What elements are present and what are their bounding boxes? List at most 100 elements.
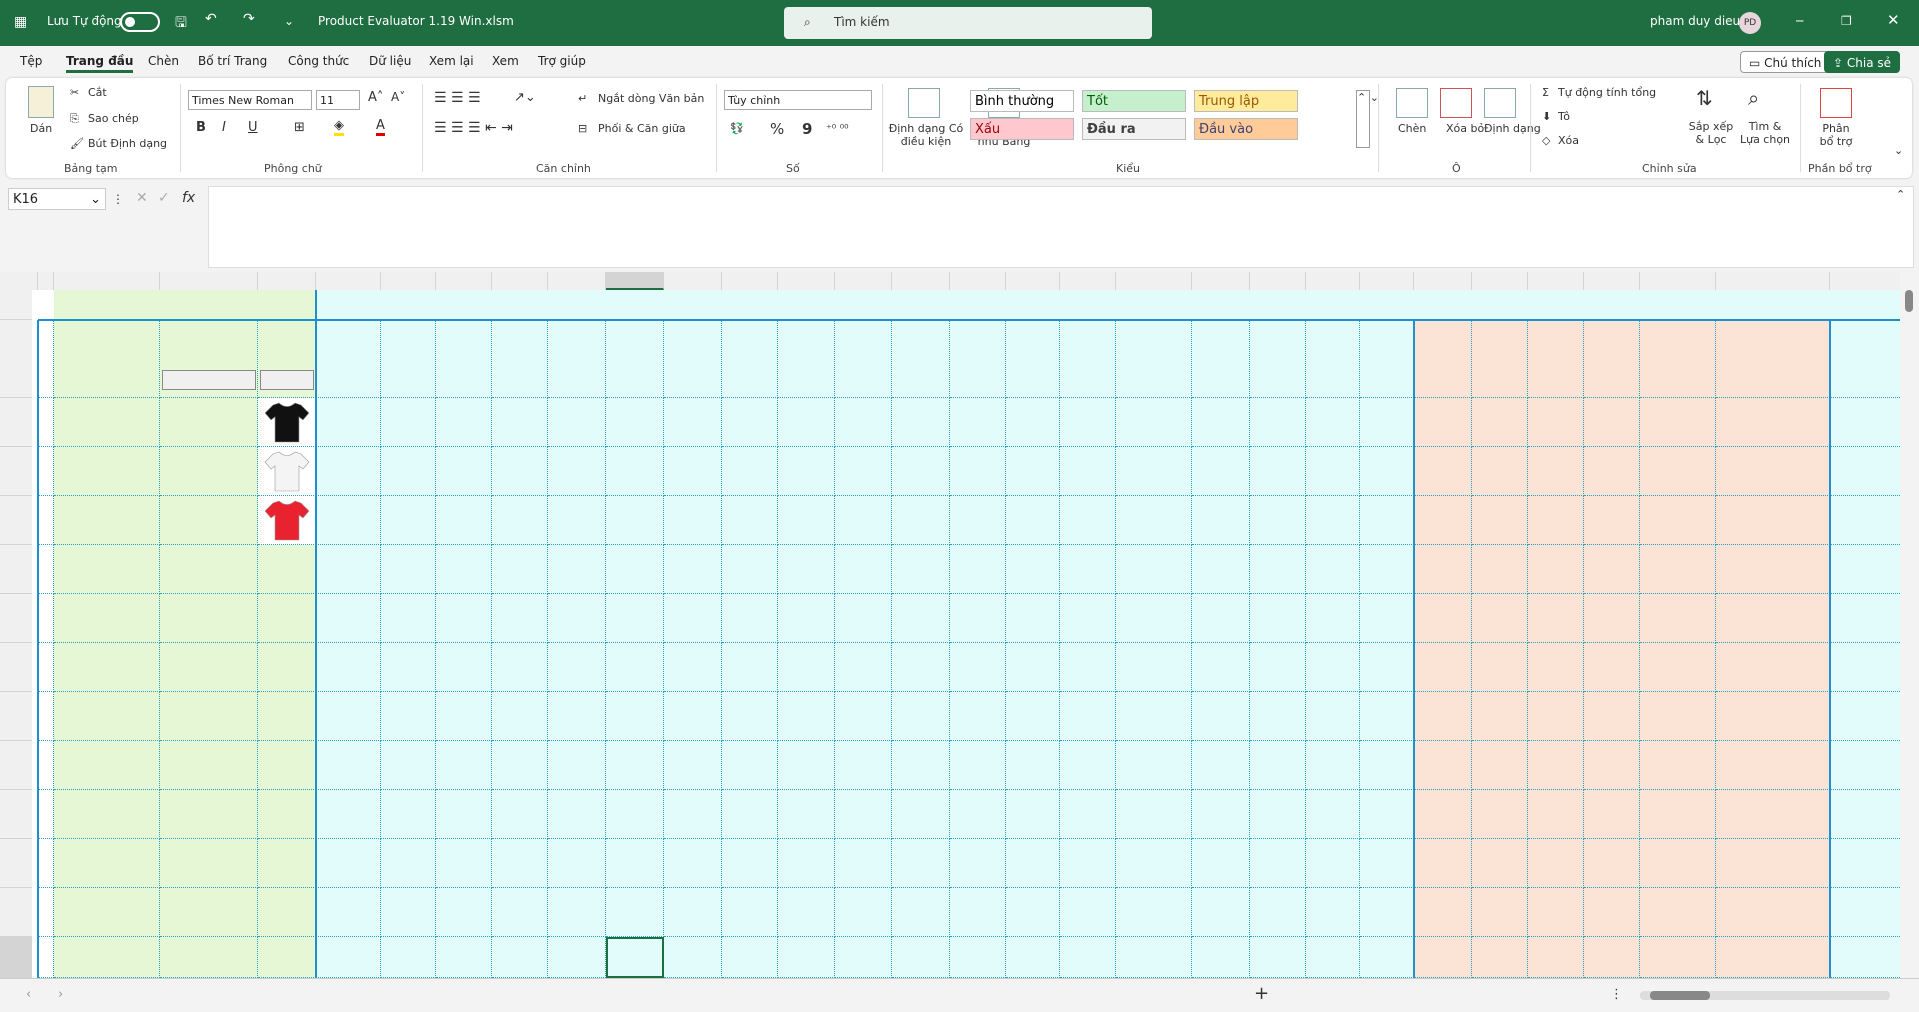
cell-style-item[interactable]: Bình thường xyxy=(970,90,1074,112)
cell-style-item[interactable]: Xấu xyxy=(970,118,1074,140)
cut-button[interactable]: Cắt xyxy=(88,86,107,99)
row-header-4[interactable] xyxy=(0,320,32,398)
menu-insert[interactable]: Chèn xyxy=(148,54,179,68)
column-header-z[interactable] xyxy=(1472,272,1528,290)
menu-formulas[interactable]: Công thức xyxy=(288,54,349,68)
format-painter-icon[interactable]: 🖌 xyxy=(70,137,84,150)
column-header-h[interactable] xyxy=(436,272,492,290)
paste-label[interactable]: Dán xyxy=(30,122,52,135)
insert-cells-icon[interactable] xyxy=(1396,88,1428,118)
row-header-6[interactable] xyxy=(0,447,32,496)
cancel-icon[interactable]: ✕ xyxy=(136,190,148,206)
fill-button[interactable]: Tô xyxy=(1558,110,1570,123)
column-header-y[interactable] xyxy=(1414,272,1472,290)
file-name[interactable]: Product Evaluator 1.19 Win.xlsm xyxy=(318,14,514,28)
fill-color-icon[interactable]: ◈ xyxy=(334,118,344,136)
delete-cells-icon[interactable] xyxy=(1440,88,1472,118)
grow-font-icon[interactable]: A˄ xyxy=(368,90,383,105)
column-header-m[interactable] xyxy=(722,272,778,290)
scroll-thumb[interactable] xyxy=(1905,290,1913,312)
next-sheet-icon[interactable]: › xyxy=(58,987,63,1002)
collapse-formula-icon[interactable]: ⌃ xyxy=(1896,188,1905,201)
minimize-icon[interactable]: ─ xyxy=(1796,14,1803,28)
prev-sheet-icon[interactable]: ‹ xyxy=(26,987,31,1002)
column-header-c[interactable] xyxy=(54,272,160,290)
column-header-q[interactable] xyxy=(950,272,1006,290)
column-header-ab[interactable] xyxy=(1584,272,1640,290)
format-painter-button[interactable]: Bút Định dạng xyxy=(88,137,167,150)
column-header-ad[interactable] xyxy=(1716,272,1830,290)
fit-pic-button[interactable] xyxy=(162,370,256,390)
wrap-text-button[interactable]: Ngắt dòng Văn bản xyxy=(598,92,704,105)
font-size-select[interactable]: 11 xyxy=(316,90,360,110)
align-top-icon[interactable]: ☰ ☰ ☰ xyxy=(434,90,481,106)
more-icon[interactable]: ⋮ xyxy=(1610,987,1623,1002)
scroll-thumb[interactable] xyxy=(1650,991,1710,1000)
row-header-5[interactable] xyxy=(0,398,32,447)
cell-style-item[interactable]: Tốt xyxy=(1082,90,1186,112)
column-header-aa[interactable] xyxy=(1528,272,1584,290)
column-header-j[interactable] xyxy=(548,272,606,290)
row-header-13[interactable] xyxy=(0,790,32,839)
format-cells-button[interactable]: Định dạng xyxy=(1484,122,1541,135)
copy-icon[interactable]: ⎘ xyxy=(70,112,79,126)
row-header-16[interactable] xyxy=(0,937,32,978)
row-header-12[interactable] xyxy=(0,741,32,790)
autosave-toggle[interactable] xyxy=(120,12,160,32)
column-header-ae[interactable] xyxy=(1830,272,1902,290)
font-name-select[interactable]: Times New Roman xyxy=(188,90,312,110)
currency-icon[interactable]: 💱 xyxy=(730,122,744,135)
analysis-button[interactable]: Phân bổ trợ xyxy=(1818,122,1854,148)
cell-style-item[interactable]: Đầu ra xyxy=(1082,118,1186,140)
customize-toolbar-icon[interactable]: ⌄ xyxy=(284,14,294,28)
menu-data[interactable]: Dữ liệu xyxy=(369,54,411,68)
analysis-icon[interactable] xyxy=(1820,88,1852,118)
increase-decimal-icon[interactable]: ⁺⁰ ⁰⁰ xyxy=(826,122,849,135)
search-box[interactable]: ⌕ Tìm kiếm xyxy=(784,7,1152,39)
insert-cells-button[interactable]: Chèn xyxy=(1398,122,1426,135)
find-select-icon[interactable]: ⌕ xyxy=(1748,86,1759,110)
row-header-11[interactable] xyxy=(0,692,32,741)
column-header-p[interactable] xyxy=(892,272,950,290)
column-header-i[interactable] xyxy=(492,272,548,290)
more-options-icon[interactable]: ⋮ xyxy=(112,192,124,206)
italic-button[interactable]: I xyxy=(222,120,226,135)
conditional-format-icon[interactable] xyxy=(908,88,940,118)
conditional-format-button[interactable]: Định dạng Có điều kiện xyxy=(886,122,966,148)
column-header-a[interactable] xyxy=(24,272,38,290)
clear-icon[interactable]: ◇ xyxy=(1542,134,1550,147)
comment-button[interactable]: ▭ Chú thích xyxy=(1740,51,1831,73)
autosum-button[interactable]: Tự động tính tổng xyxy=(1558,86,1656,99)
comma-button[interactable]: 9 xyxy=(802,120,812,138)
vertical-scrollbar[interactable] xyxy=(1900,272,1919,978)
add-sheet-icon[interactable]: + xyxy=(1254,983,1269,1004)
percent-button[interactable]: % xyxy=(770,120,784,138)
formula-input[interactable] xyxy=(208,186,1914,268)
ribbon-collapse-icon[interactable]: ⌄ xyxy=(1894,144,1903,157)
font-color-icon[interactable]: A xyxy=(376,118,385,136)
column-header-o[interactable] xyxy=(835,272,892,290)
save-icon[interactable]: 🖫 xyxy=(175,12,187,36)
insert-function-icon[interactable]: fx xyxy=(182,190,195,206)
active-cell-selection[interactable] xyxy=(606,937,664,978)
menu-home[interactable]: Trang đầu xyxy=(66,54,134,73)
column-header-x[interactable] xyxy=(1360,272,1414,290)
redo-icon[interactable]: ↷ xyxy=(243,11,255,27)
column-header-k[interactable] xyxy=(606,272,664,290)
undo-icon[interactable]: ↶ xyxy=(205,11,217,27)
number-format-select[interactable]: Tùy chỉnh xyxy=(724,90,872,110)
column-header-b[interactable] xyxy=(38,272,54,290)
cell-style-item[interactable]: Trung lập xyxy=(1194,90,1298,112)
row-header-7[interactable] xyxy=(0,496,32,545)
merge-icon[interactable]: ⊟ xyxy=(578,122,587,135)
shrink-font-icon[interactable]: A˅ xyxy=(391,90,405,104)
paste-icon[interactable] xyxy=(28,86,54,118)
row-header-9[interactable] xyxy=(0,594,32,643)
cut-icon[interactable]: ✂ xyxy=(70,86,79,99)
name-box[interactable]: K16 ⌄ xyxy=(8,188,106,210)
copy-button[interactable] xyxy=(260,370,314,390)
cell-style-item[interactable]: Đầu vào xyxy=(1194,118,1298,140)
column-header-w[interactable] xyxy=(1306,272,1360,290)
menu-page-layout[interactable]: Bố trí Trang xyxy=(198,54,267,68)
column-header-e[interactable] xyxy=(258,272,316,290)
